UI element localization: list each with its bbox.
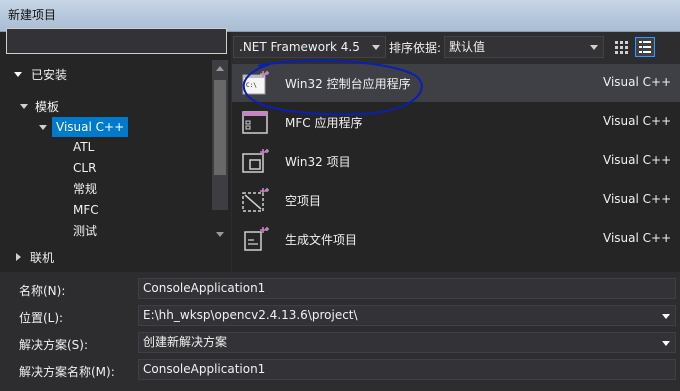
- template-row-empty-project[interactable]: 空项目 Visual C++: [232, 181, 680, 219]
- nav-installed[interactable]: [6, 28, 227, 54]
- template-name: MFC 应用程序: [285, 116, 363, 130]
- chevron-down-icon: [372, 45, 380, 50]
- grid-icon: [615, 41, 628, 54]
- scroll-thumb[interactable]: [214, 80, 226, 175]
- template-language: Visual C++: [603, 192, 672, 206]
- name-value: ConsoleApplication1: [143, 281, 266, 295]
- template-language: Visual C++: [603, 75, 672, 89]
- sort-select[interactable]: 默认值: [444, 36, 604, 58]
- list-icon: [639, 41, 651, 53]
- framework-select[interactable]: .NET Framework 4.5: [233, 36, 386, 58]
- scroll-down-icon[interactable]: [216, 232, 224, 237]
- nav-visual-cpp-label: Visual C++: [52, 117, 129, 137]
- scroll-up-icon[interactable]: [216, 66, 224, 71]
- solution-name-label: 解决方案名称(M):: [19, 365, 115, 379]
- solution-value: 创建新解决方案: [143, 335, 228, 349]
- expand-arrow-icon: [16, 253, 21, 261]
- template-row-mfc-app[interactable]: MFC 应用程序 Visual C++: [232, 103, 680, 141]
- solution-name-value: ConsoleApplication1: [143, 362, 266, 376]
- sort-value: 默认值: [449, 40, 486, 54]
- nav-item-mfc[interactable]: MFC: [73, 200, 99, 220]
- console-icon-text: C:\: [246, 82, 257, 89]
- template-name: 生成文件项目: [285, 233, 358, 247]
- location-value: E:\hh_wksp\opencv2.4.13.6\project\: [143, 308, 358, 322]
- nav-templates-label: 模板: [35, 99, 60, 114]
- template-row-makefile-project[interactable]: 生成文件项目 Visual C++: [232, 220, 680, 258]
- sort-label: 排序依据:: [389, 41, 442, 55]
- template-language: Visual C++: [603, 231, 672, 245]
- framework-value: .NET Framework 4.5: [239, 40, 360, 54]
- template-name: 空项目: [285, 194, 322, 208]
- chevron-down-icon: [662, 341, 670, 346]
- template-language: Visual C++: [603, 114, 672, 128]
- collapse-arrow-icon: [39, 124, 47, 130]
- solution-label: 解决方案(S):: [19, 338, 89, 352]
- location-combobox[interactable]: E:\hh_wksp\opencv2.4.13.6\project\: [138, 305, 676, 326]
- name-input[interactable]: ConsoleApplication1: [138, 278, 676, 299]
- solution-select[interactable]: 创建新解决方案: [138, 332, 676, 353]
- nav-item-clr[interactable]: CLR: [73, 158, 96, 178]
- template-name: Win32 控制台应用程序: [285, 77, 411, 91]
- name-label: 名称(N):: [19, 284, 66, 298]
- nav-templates[interactable]: 模板: [20, 95, 59, 117]
- chevron-down-icon: [590, 45, 598, 50]
- nav-item-atl[interactable]: ATL: [73, 137, 94, 157]
- makefile-project-icon: [244, 227, 269, 251]
- nav-installed-label: 已安装: [31, 67, 68, 82]
- win32-project-icon: [242, 149, 269, 173]
- chevron-down-icon: [662, 314, 670, 319]
- small-icons-view-button[interactable]: [611, 37, 631, 57]
- nav-online-label: 联机: [30, 250, 55, 265]
- console-app-icon: C:\: [242, 71, 269, 95]
- mfc-app-icon: [242, 111, 268, 134]
- list-view-button[interactable]: [635, 37, 655, 57]
- collapse-arrow-icon: [20, 103, 28, 109]
- template-language: Visual C++: [603, 153, 672, 167]
- nav-item-test[interactable]: 测试: [73, 221, 97, 241]
- collapse-arrow-icon: [14, 71, 22, 77]
- empty-project-icon: [242, 188, 269, 212]
- nav-online[interactable]: 联机: [16, 246, 54, 268]
- solution-name-input[interactable]: ConsoleApplication1: [138, 359, 676, 380]
- template-name: Win32 项目: [285, 155, 351, 169]
- nav-installed-row[interactable]: 已安装: [14, 63, 67, 85]
- nav-item-general[interactable]: 常规: [73, 179, 97, 199]
- window-title: 新建项目: [8, 8, 57, 22]
- template-row-console-app[interactable]: C:\ Win32 控制台应用程序 Visual C++: [232, 64, 680, 102]
- nav-visual-cpp[interactable]: Visual C++: [39, 116, 129, 138]
- template-row-win32-project[interactable]: Win32 项目 Visual C++: [232, 142, 680, 180]
- location-label: 位置(L):: [19, 311, 64, 325]
